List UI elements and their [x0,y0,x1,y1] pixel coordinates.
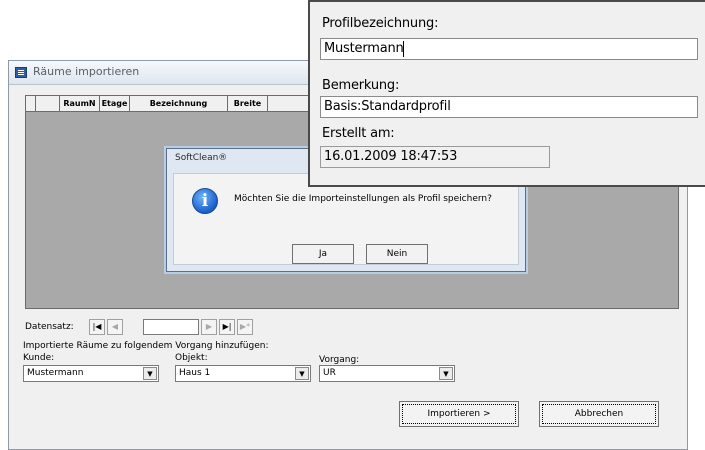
previous-record-button[interactable]: ◀ [107,319,123,335]
objekt-value: Haus 1 [179,368,211,378]
dialog-message: Möchten Sie die Importeinstellungen als … [234,194,492,204]
import-button[interactable]: Importieren > [399,401,519,427]
chevron-down-icon[interactable]: ▼ [439,367,453,380]
new-record-button[interactable]: ▶* [237,319,253,335]
window-title: Räume importieren [33,65,140,78]
cancel-button[interactable]: Abbrechen [539,401,659,427]
remark-label: Bemerkung: [322,78,400,93]
last-record-button[interactable]: ▶| [219,319,235,335]
profile-panel: Profilbezeichnung: Mustermann Bemerkung:… [308,0,705,187]
kunde-select[interactable]: Mustermann ▼ [23,365,159,382]
remark-field[interactable]: Basis:Standardprofil [320,96,698,118]
profile-name-value: Mustermann [324,41,404,56]
info-icon: i [192,188,218,214]
next-record-button[interactable]: ▶ [201,319,217,335]
vorgang-value: UR [323,368,336,378]
kunde-value: Mustermann [27,368,84,378]
grid-column-breite[interactable]: Breite [228,96,268,112]
grid-column-blank[interactable] [36,96,60,112]
created-label: Erstellt am: [322,126,395,141]
dialog-title: SoftClean® [175,153,228,163]
chevron-down-icon[interactable]: ▼ [295,367,309,380]
created-value: 16.01.2009 18:47:53 [324,149,458,164]
record-label: Datensatz: [25,322,74,332]
vorgang-label: Vorgang: [319,355,360,365]
no-button[interactable]: Nein [366,244,428,264]
profile-name-field[interactable]: Mustermann [320,38,698,60]
grid-column-selector[interactable] [26,96,36,112]
remark-value: Basis:Standardprofil [324,99,451,114]
text-caret [403,41,404,57]
vorgang-select[interactable]: UR ▼ [319,365,455,382]
app-icon [15,67,27,78]
first-record-button[interactable]: |◀ [89,319,105,335]
created-field: 16.01.2009 18:47:53 [320,146,550,168]
kunde-label: Kunde: [23,353,55,363]
grid-column-raumnr[interactable]: RaumN [60,96,100,112]
assign-process-label: Importierte Räume zu folgendem Vorgang h… [23,341,269,351]
objekt-label: Objekt: [175,353,208,363]
grid-column-etage[interactable]: Etage [100,96,130,112]
grid-column-bezeichnung[interactable]: Bezeichnung [130,96,228,112]
objekt-select[interactable]: Haus 1 ▼ [175,365,311,382]
record-navigation: Datensatz: |◀ ◀ ▶ ▶| ▶* [23,319,283,337]
yes-button[interactable]: Ja [292,244,354,264]
record-number-input[interactable] [143,319,199,335]
profile-name-label: Profilbezeichnung: [322,16,439,31]
chevron-down-icon[interactable]: ▼ [143,367,157,380]
